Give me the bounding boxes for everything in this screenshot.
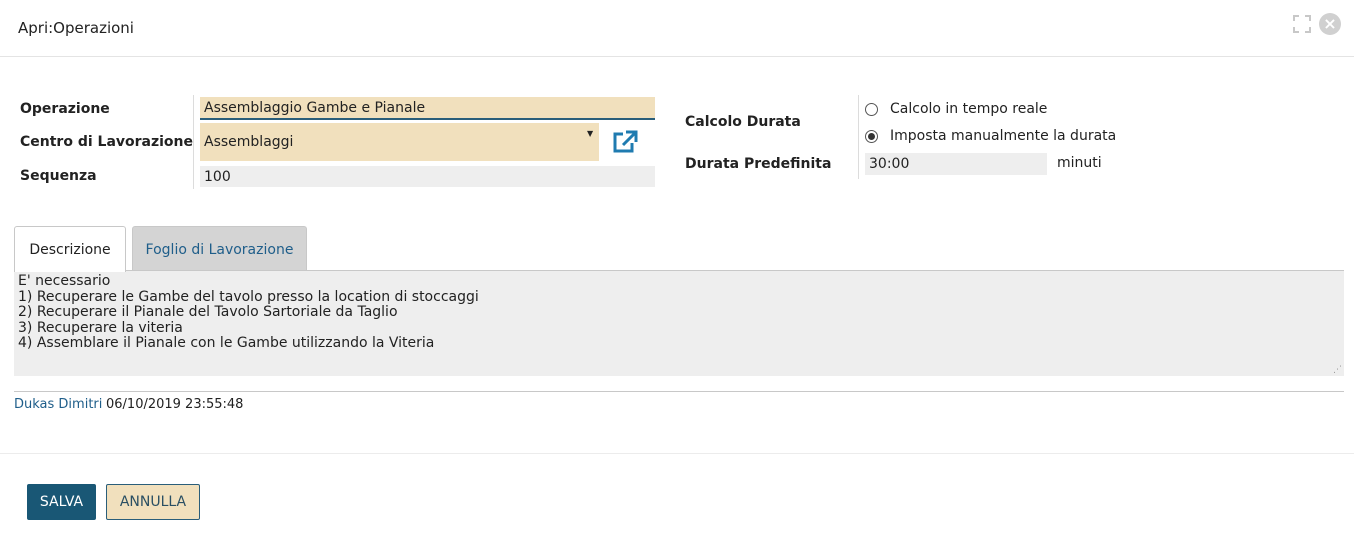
radio-manual-label: Imposta manualmente la durata bbox=[890, 128, 1117, 144]
sequenza-field[interactable]: 100 bbox=[200, 166, 655, 187]
right-label-divider bbox=[858, 95, 859, 179]
tab-foglio-di-lavorazione[interactable]: Foglio di Lavorazione bbox=[132, 226, 307, 272]
save-button[interactable]: SALVA bbox=[27, 484, 96, 520]
centro-select-value: Assemblaggi bbox=[204, 134, 294, 150]
calcolo-label: Calcolo Durata bbox=[685, 114, 801, 130]
audit-timestamp: 06/10/2019 23:55:48 bbox=[106, 397, 244, 412]
sequenza-label: Sequenza bbox=[20, 168, 97, 184]
sequenza-value: 100 bbox=[204, 168, 231, 185]
description-bottom-divider bbox=[14, 391, 1344, 392]
chevron-down-icon[interactable]: ▼ bbox=[587, 129, 593, 138]
audit-user-link[interactable]: Dukas Dimitri bbox=[14, 397, 102, 412]
expand-icon[interactable] bbox=[1293, 15, 1311, 33]
window-header: Apri:Operazioni × bbox=[0, 0, 1354, 57]
label-divider bbox=[193, 95, 194, 189]
operazione-input[interactable] bbox=[200, 97, 655, 120]
durata-field[interactable]: 30:00 bbox=[865, 153, 1047, 175]
external-link-icon[interactable] bbox=[612, 130, 638, 154]
radio-manual-indicator[interactable] bbox=[865, 129, 878, 143]
description-line: 4) Assemblare il Pianale con le Gambe ut… bbox=[18, 335, 435, 351]
radio-realtime[interactable]: Calcolo in tempo reale bbox=[865, 101, 1047, 117]
resize-handle-icon[interactable]: ⋰ bbox=[1333, 365, 1342, 375]
window-title: Apri:Operazioni bbox=[18, 19, 134, 37]
tab-descrizione-label: Descrizione bbox=[29, 241, 111, 258]
centro-label: Centro di Lavorazione bbox=[20, 134, 194, 150]
description-line: 2) Recuperare il Pianale del Tavolo Sart… bbox=[18, 304, 398, 320]
durata-label: Durata Predefinita bbox=[685, 156, 832, 172]
tab-descrizione[interactable]: Descrizione bbox=[14, 226, 126, 272]
radio-manual[interactable]: Imposta manualmente la durata bbox=[865, 128, 1116, 144]
description-line: 3) Recuperare la viteria bbox=[18, 319, 183, 336]
cancel-button[interactable]: ANNULLA bbox=[106, 484, 200, 520]
tab-foglio-label: Foglio di Lavorazione bbox=[145, 241, 294, 258]
close-icon[interactable]: × bbox=[1319, 13, 1341, 35]
footer-divider bbox=[0, 453, 1354, 454]
durata-unit: minuti bbox=[1057, 155, 1102, 171]
centro-select[interactable]: Assemblaggi bbox=[200, 123, 599, 161]
description-line: 1) Recuperare le Gambe del tavolo presso… bbox=[18, 288, 479, 305]
radio-realtime-label: Calcolo in tempo reale bbox=[890, 101, 1048, 117]
description-line: E' necessario bbox=[18, 273, 111, 289]
radio-realtime-indicator[interactable] bbox=[865, 102, 878, 116]
operazione-label: Operazione bbox=[20, 101, 110, 117]
description-textarea[interactable]: E' necessario 1) Recuperare le Gambe del… bbox=[14, 271, 1344, 376]
durata-value: 30:00 bbox=[869, 156, 910, 172]
